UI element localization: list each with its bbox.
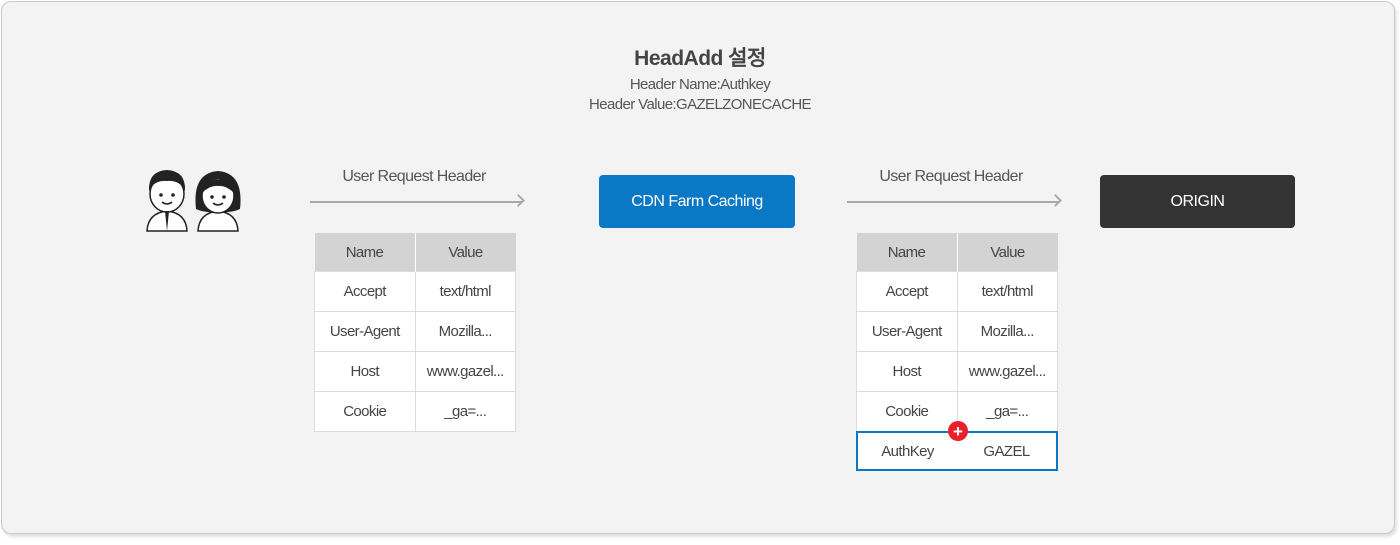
cell-name: Host xyxy=(856,351,958,392)
cell-value: Mozilla... xyxy=(415,311,516,352)
request-header-table-left: Name Value Accept text/html User-Agent Moz… xyxy=(314,233,516,432)
column-header-value: Value xyxy=(957,233,1058,272)
arrow-label-user-request: User Request Header xyxy=(342,168,486,185)
cell-name: Cookie xyxy=(314,391,416,432)
table-row: Accept text/html xyxy=(856,271,1058,312)
table-header-row: Name Value xyxy=(856,233,1058,272)
request-header-table-right: Name Value Accept text/html User-Agent Moz… xyxy=(856,233,1058,432)
table-row: User-Agent Mozilla... xyxy=(314,311,516,352)
table-row: Host www.gazel... xyxy=(856,351,1058,392)
table-row: Host www.gazel... xyxy=(314,351,516,392)
cell-value: text/html xyxy=(957,271,1058,312)
cell-value: www.gazel... xyxy=(415,351,516,392)
cell-name: Host xyxy=(314,351,416,392)
cell-name: Cookie xyxy=(856,391,958,432)
table-header-row: Name Value xyxy=(314,233,516,272)
cell-name: User-Agent xyxy=(856,311,958,352)
origin-box: ORIGIN xyxy=(1100,175,1295,228)
column-header-name: Name xyxy=(314,233,416,272)
cdn-farm-caching-box: CDN Farm Caching xyxy=(599,175,795,228)
header-value-line: Header Value:GAZELZONECACHE xyxy=(589,96,812,113)
column-header-value: Value xyxy=(415,233,516,272)
cell-value: _ga=... xyxy=(957,391,1058,432)
table-row: Accept text/html xyxy=(314,271,516,312)
users-icon xyxy=(146,170,241,232)
header-name-line: Header Name:Authkey xyxy=(629,76,771,93)
arrow-right-2 xyxy=(847,194,1062,207)
plus-icon: + xyxy=(948,421,968,441)
column-header-name: Name xyxy=(856,233,958,272)
cell-value: www.gazel... xyxy=(957,351,1058,392)
cell-name: AuthKey xyxy=(881,442,934,460)
table-row: Cookie _ga=... xyxy=(314,391,516,432)
cell-name: Accept xyxy=(314,271,416,312)
arrow-label-user-request-2: User Request Header xyxy=(879,168,1023,185)
cell-value: _ga=... xyxy=(415,391,516,432)
cell-value: GAZEL xyxy=(983,442,1030,460)
cell-value: text/html xyxy=(415,271,516,312)
cell-name: Accept xyxy=(856,271,958,312)
diagram-title: HeadAdd 설정 xyxy=(634,47,766,70)
arrow-right xyxy=(310,194,525,207)
table-row: User-Agent Mozilla... xyxy=(856,311,1058,352)
cell-value: Mozilla... xyxy=(957,311,1058,352)
cell-name: User-Agent xyxy=(314,311,416,352)
